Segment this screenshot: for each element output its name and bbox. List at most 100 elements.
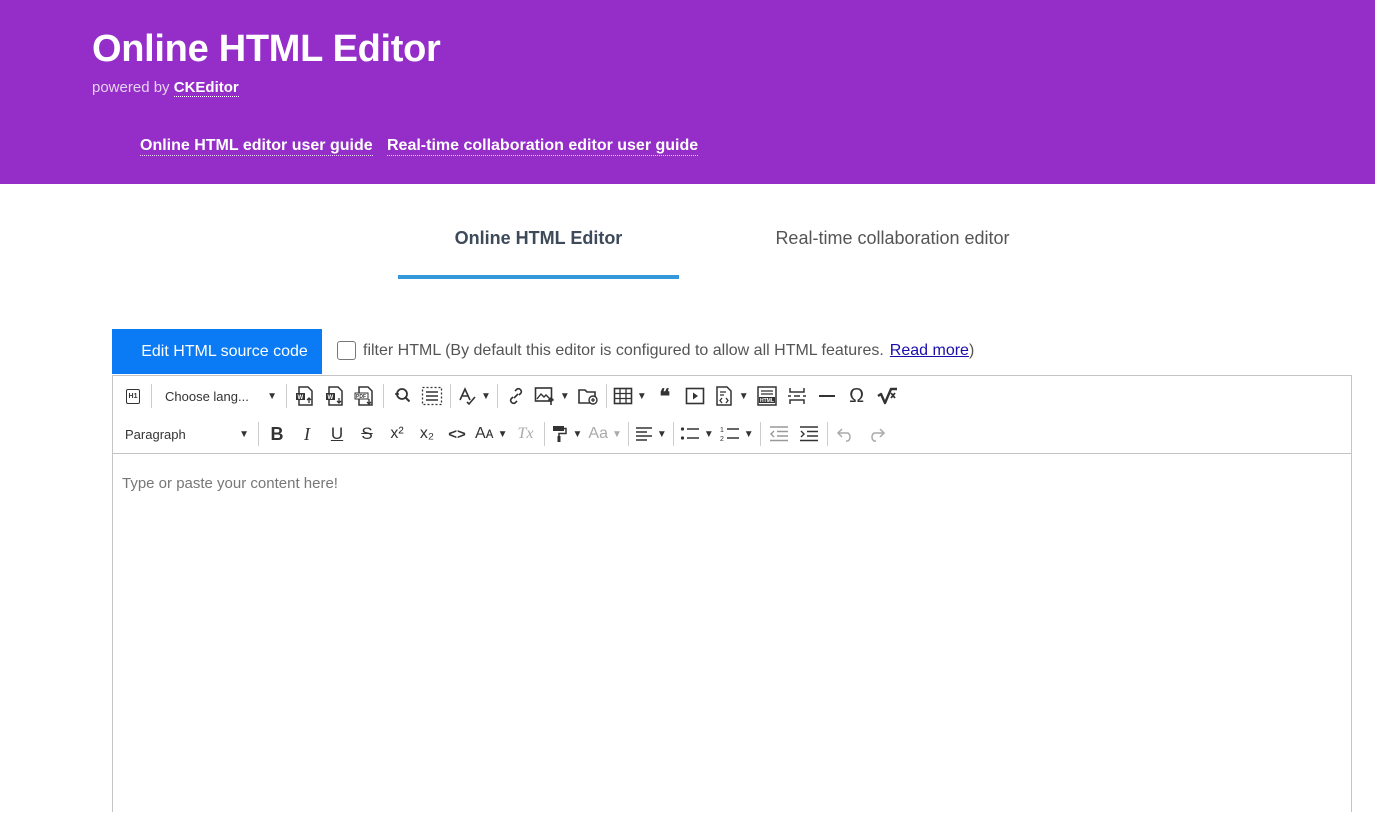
media-icon: [685, 387, 705, 405]
font-size-button[interactable]: Aᴀ ▼: [472, 419, 511, 449]
horizontal-line-icon: [818, 395, 835, 397]
remove-format-button[interactable]: Tx: [511, 419, 541, 449]
indent-icon: [799, 426, 818, 442]
editor-toolbar: H1 Choose lang... ▼ W W PDF ▼ ▼ ▼ ❝ ▼ HT…: [113, 376, 1351, 454]
h1-icon: H1: [125, 388, 141, 404]
export-pdf-button[interactable]: PDF: [350, 381, 380, 411]
block-quote-button[interactable]: ❝: [650, 381, 680, 411]
html-badge: HTML: [760, 398, 774, 404]
strikethrough-button[interactable]: S: [352, 419, 382, 449]
select-all-button[interactable]: [417, 381, 447, 411]
code-button[interactable]: <>: [442, 419, 472, 449]
chevron-down-icon: ▼: [239, 428, 249, 440]
filter-html-label: filter HTML (By default this editor is c…: [363, 341, 884, 359]
active-tab-indicator: [398, 275, 679, 279]
collab-guide-link[interactable]: Real-time collaboration editor user guid…: [387, 137, 699, 156]
bold-button[interactable]: B: [262, 419, 292, 449]
toolbar-separator: [286, 384, 287, 408]
redo-button[interactable]: [861, 419, 891, 449]
user-guide-link[interactable]: Online HTML editor user guide: [140, 137, 373, 156]
code-block-icon: [715, 386, 732, 406]
filter-html-checkbox[interactable]: [337, 341, 356, 360]
language-dropdown[interactable]: Choose lang... ▼: [155, 381, 283, 411]
insert-table-button[interactable]: ▼: [610, 381, 650, 411]
export-word-icon: W: [326, 386, 343, 406]
chevron-down-icon: ▼: [559, 390, 570, 402]
insert-media-button[interactable]: [680, 381, 710, 411]
omega-icon: Ω: [849, 384, 865, 407]
spell-check-button[interactable]: ▼: [454, 381, 494, 411]
folder-add-icon: [578, 389, 598, 405]
toolbar-separator: [672, 422, 674, 446]
toolbar-separator: [450, 384, 451, 408]
chevron-down-icon: ▼: [572, 428, 583, 440]
editor-placeholder: Type or paste your content here!: [122, 475, 338, 492]
format-painter-button[interactable]: ▼: [548, 419, 586, 449]
chevron-down-icon: ▼: [656, 428, 667, 440]
undo-button[interactable]: [831, 419, 861, 449]
site-header: Online HTML Editor powered by CKEditor O…: [0, 0, 1375, 184]
file-manager-button[interactable]: [573, 381, 603, 411]
powered-by: powered by CKEditor: [92, 79, 239, 97]
quote-icon: ❝: [659, 385, 671, 408]
import-word-icon: W: [296, 386, 313, 406]
toolbar-row-1: H1 Choose lang... ▼ W W PDF ▼ ▼ ▼ ❝ ▼ HT…: [113, 377, 902, 415]
toolbar-row-2: Paragraph ▼ B I U S x² x₂ <> Aᴀ ▼ Tx ▼ A…: [113, 415, 891, 453]
toolbar-separator: [151, 384, 152, 408]
powered-by-prefix: powered by: [92, 79, 170, 96]
horizontal-line-button[interactable]: [812, 381, 842, 411]
italic-button[interactable]: I: [292, 419, 322, 449]
heading-button[interactable]: H1: [118, 381, 148, 411]
page-break-icon: [787, 388, 806, 404]
case-change-button[interactable]: Aa ▼: [585, 419, 624, 449]
editor: H1 Choose lang... ▼ W W PDF ▼ ▼ ▼ ❝ ▼ HT…: [112, 375, 1352, 813]
tab-online-html-editor[interactable]: Online HTML Editor: [398, 228, 679, 249]
align-left-icon: [635, 427, 652, 441]
toolbar-separator: [496, 384, 498, 408]
read-more-link[interactable]: Read more: [890, 342, 969, 360]
edit-source-button[interactable]: Edit HTML source code: [112, 329, 322, 374]
bulleted-list-button[interactable]: ▼: [677, 419, 717, 449]
editor-content-area[interactable]: Type or paste your content here!: [113, 454, 1351, 813]
case-change-icon: Aa: [588, 425, 608, 442]
math-formula-button[interactable]: [872, 381, 902, 411]
code-block-button[interactable]: ▼: [710, 381, 752, 411]
indent-button[interactable]: [794, 419, 824, 449]
spell-check-icon: [459, 387, 476, 406]
export-word-button[interactable]: W: [320, 381, 350, 411]
image-upload-icon: [534, 387, 554, 405]
find-replace-icon: [395, 388, 411, 403]
heading-dropdown-label: Paragraph: [125, 426, 186, 442]
outdent-icon: [769, 426, 788, 442]
ckeditor-link[interactable]: CKEditor: [173, 79, 239, 97]
text-alignment-button[interactable]: ▼: [632, 419, 670, 449]
page-break-button[interactable]: [782, 381, 812, 411]
numbered-list-button[interactable]: 12 ▼: [717, 419, 757, 449]
bulleted-list-icon: [680, 427, 699, 440]
chevron-down-icon: ▼: [636, 390, 647, 402]
import-word-button[interactable]: W: [290, 381, 320, 411]
tab-realtime-collaboration[interactable]: Real-time collaboration editor: [720, 228, 1065, 249]
table-icon: [613, 387, 633, 405]
select-all-icon: [421, 386, 443, 406]
heading-dropdown[interactable]: Paragraph ▼: [115, 419, 255, 449]
chevron-down-icon: ▼: [497, 428, 508, 440]
link-icon: [509, 387, 522, 405]
numbered-list-icon: 12: [720, 427, 739, 443]
special-characters-button[interactable]: Ω: [842, 381, 872, 411]
undo-icon: [836, 428, 851, 442]
underline-button[interactable]: U: [322, 419, 352, 449]
toolbar-separator: [759, 422, 761, 446]
subscript-button[interactable]: x₂: [412, 419, 442, 449]
superscript-button[interactable]: x²: [382, 419, 412, 449]
export-pdf-icon: PDF: [354, 386, 373, 406]
chevron-down-icon: ▼: [612, 428, 622, 440]
find-replace-button[interactable]: [387, 381, 417, 411]
html-embed-button[interactable]: HTML: [752, 381, 782, 411]
link-button[interactable]: [501, 381, 531, 411]
chevron-down-icon: ▼: [267, 390, 277, 402]
insert-image-button[interactable]: ▼: [531, 381, 573, 411]
language-dropdown-label: Choose lang...: [165, 388, 249, 404]
site-title: Online HTML Editor: [92, 28, 441, 70]
outdent-button[interactable]: [764, 419, 794, 449]
